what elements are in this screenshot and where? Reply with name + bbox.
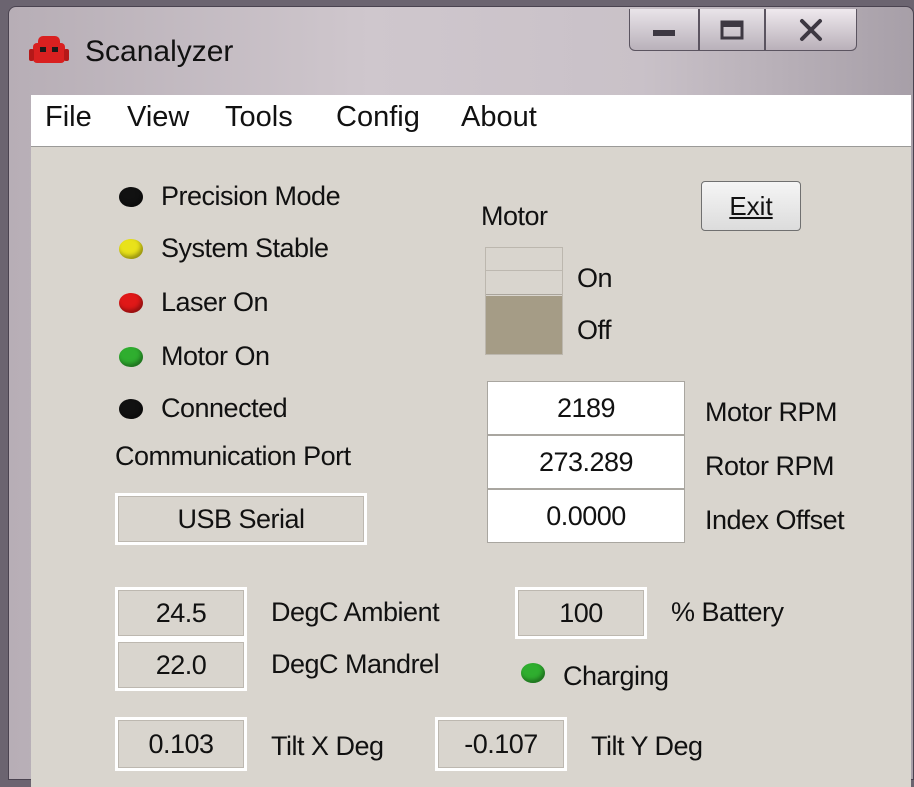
battery-value: 100	[515, 587, 647, 639]
exit-button[interactable]: Exit	[701, 181, 801, 231]
motor-rpm-label: Motor RPM	[705, 397, 838, 427]
menu-bar: File View Tools Config About	[31, 95, 911, 147]
motor-on-label: Motor On	[161, 341, 270, 371]
exit-button-label: Exit	[729, 190, 773, 221]
maximize-icon	[720, 20, 744, 39]
title-bar[interactable]: Scanalyzer	[9, 7, 913, 87]
menu-tools[interactable]: Tools	[225, 101, 293, 134]
motor-toggle-switch[interactable]	[485, 247, 563, 355]
motor-rpm-value: 2189	[487, 381, 685, 435]
ambient-temp-label: DegC Ambient	[271, 597, 440, 627]
menu-view[interactable]: View	[127, 101, 189, 134]
index-offset-value: 0.0000	[487, 489, 685, 543]
motor-on-led-icon	[119, 347, 143, 367]
charging-label: Charging	[563, 661, 669, 691]
precision-mode-led-icon	[119, 187, 143, 207]
main-panel: Precision Mode System Stable Laser On Mo…	[31, 147, 911, 787]
tilt-x-label: Tilt X Deg	[271, 731, 384, 761]
app-window: Scanalyzer File View Tools Config About …	[8, 6, 914, 787]
motor-on-option-label: On	[577, 263, 613, 293]
tilt-y-value: -0.107	[435, 717, 567, 771]
precision-mode-label: Precision Mode	[161, 181, 341, 211]
communication-port-field[interactable]: USB Serial	[115, 493, 367, 545]
rotor-rpm-label: Rotor RPM	[705, 451, 835, 481]
mandrel-temp-label: DegC Mandrel	[271, 649, 440, 679]
rotor-rpm-value: 273.289	[487, 435, 685, 489]
communication-port-label: Communication Port	[115, 441, 351, 471]
system-stable-led-icon	[119, 239, 143, 259]
minimize-button[interactable]	[629, 9, 699, 51]
switch-off-segment	[486, 296, 562, 354]
tilt-y-label: Tilt Y Deg	[591, 731, 703, 761]
window-title: Scanalyzer	[85, 35, 234, 68]
maximize-button[interactable]	[699, 9, 765, 51]
mandrel-temp-value: 22.0	[115, 639, 247, 691]
menu-config[interactable]: Config	[336, 101, 420, 134]
robot-app-icon	[29, 36, 69, 63]
laser-on-label: Laser On	[161, 287, 269, 317]
menu-file[interactable]: File	[45, 101, 92, 134]
motor-label: Motor	[481, 201, 548, 231]
switch-on-segment	[486, 248, 562, 295]
close-icon	[800, 18, 822, 41]
motor-off-option-label: Off	[577, 315, 612, 345]
system-stable-label: System Stable	[161, 233, 329, 263]
minimize-icon	[653, 29, 675, 36]
charging-led-icon	[521, 663, 545, 683]
index-offset-label: Index Offset	[705, 505, 845, 535]
connected-led-icon	[119, 399, 143, 419]
ambient-temp-value: 24.5	[115, 587, 247, 639]
menu-about[interactable]: About	[461, 101, 537, 134]
close-button[interactable]	[765, 9, 857, 51]
tilt-x-value: 0.103	[115, 717, 247, 771]
connected-label: Connected	[161, 393, 288, 423]
laser-on-led-icon	[119, 293, 143, 313]
battery-label: % Battery	[671, 597, 784, 627]
